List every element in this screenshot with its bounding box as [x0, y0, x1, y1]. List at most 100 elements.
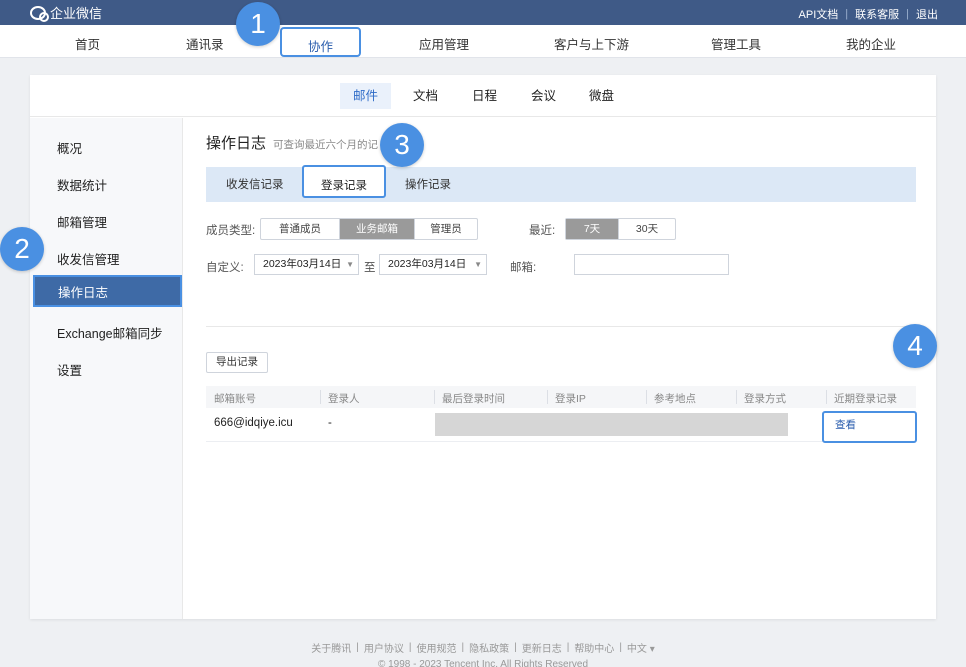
sidebar-item-settings[interactable]: 设置 — [57, 360, 82, 379]
tab-login-records[interactable]: 登录记录 — [302, 165, 386, 198]
member-type-normal[interactable]: 普通成员 — [261, 219, 340, 239]
mailbox-label: 邮箱: — [510, 262, 537, 274]
mailbox-input[interactable] — [574, 254, 729, 275]
redacted-block — [435, 413, 788, 436]
divider: | — [566, 642, 570, 653]
nav-contacts[interactable]: 通讯录 — [186, 34, 224, 53]
member-type-business[interactable]: 业务邮箱 — [340, 219, 415, 239]
sidebar-item-mail-flow[interactable]: 收发信管理 — [57, 249, 120, 268]
logo[interactable]: 企业微信 — [30, 3, 102, 22]
column-divider — [736, 390, 737, 404]
nav-collaboration[interactable]: 协作 — [280, 27, 362, 57]
step-badge-3: 3 — [380, 123, 424, 167]
section-divider — [206, 326, 916, 327]
sidebar-item-overview[interactable]: 概况 — [57, 138, 82, 157]
chevron-down-icon: ▼ — [474, 260, 482, 269]
th-recent-logins: 近期登录记录 — [834, 393, 897, 405]
subtab-calendar[interactable]: 日程 — [459, 83, 510, 109]
logout-link[interactable]: 退出 — [916, 6, 938, 22]
subtab-mail[interactable]: 邮件 — [340, 83, 392, 109]
th-login-ip: 登录IP — [555, 393, 586, 405]
column-divider — [434, 390, 435, 404]
footer-links: 关于腾讯 | 用户协议 | 使用规范 | 隐私政策 | 更新日志 | 帮助中心 | 中文 ▾ — [0, 640, 966, 655]
divider: | — [906, 8, 909, 20]
nav-app-management[interactable]: 应用管理 — [419, 34, 469, 53]
member-type-admin[interactable]: 管理员 — [415, 219, 477, 239]
cell-user: - — [328, 417, 332, 429]
column-divider — [320, 390, 321, 404]
subtab-drive[interactable]: 微盘 — [576, 83, 627, 109]
divider: | — [845, 8, 849, 20]
th-login-method: 登录方式 — [744, 393, 786, 405]
cell-account: 666@idqiye.icu — [214, 417, 293, 429]
footer-language-select[interactable]: 中文 ▾ — [627, 640, 655, 655]
sidebar-item-statistics[interactable]: 数据统计 — [57, 175, 107, 194]
footer-privacy[interactable]: 隐私政策 — [469, 640, 509, 655]
step-badge-1: 1 — [236, 2, 280, 46]
footer: 关于腾讯 | 用户协议 | 使用规范 | 隐私政策 | 更新日志 | 帮助中心 | 中文 ▾… — [0, 640, 966, 667]
column-divider — [646, 390, 647, 404]
recent-label: 最近: — [529, 225, 556, 237]
table-row: 666@idqiye.icu - 查看 — [206, 408, 917, 443]
th-account: 邮箱账号 — [214, 393, 256, 405]
main-nav: 首页 通讯录 协作 应用管理 客户与上下游 管理工具 我的企业 — [0, 25, 966, 58]
collab-subtabs: 邮件 文档 日程 会议 微盘 — [30, 75, 936, 117]
content-area: 操作日志 可查询最近六个月的记录 收发信记录 登录记录 操作记录 成员类型: 普… — [184, 118, 936, 619]
th-last-login: 最后登录时间 — [442, 393, 505, 405]
footer-about[interactable]: 关于腾讯 — [311, 640, 351, 655]
footer-help[interactable]: 帮助中心 — [574, 640, 614, 655]
top-links: API文档 | 联系客服 | 退出 — [799, 6, 938, 22]
export-button[interactable]: 导出记录 — [206, 352, 268, 373]
column-divider — [826, 390, 827, 404]
tab-operation-records[interactable]: 操作记录 — [405, 176, 451, 192]
copyright: © 1998 - 2023 Tencent Inc. All Rights Re… — [377, 659, 589, 667]
date-from-value: 2023年03月14日 — [263, 258, 342, 270]
recent-7-days[interactable]: 7天 — [566, 219, 619, 239]
step-badge-4: 4 — [893, 324, 937, 368]
sidebar: 概况 数据统计 邮箱管理 收发信管理 操作日志 Exchange邮箱同步 设置 — [30, 118, 183, 619]
top-bar: 企业微信 API文档 | 联系客服 | 退出 — [0, 0, 966, 25]
th-user: 登录人 — [328, 393, 360, 405]
page-title: 操作日志 — [206, 135, 267, 152]
subtab-meeting[interactable]: 会议 — [518, 83, 569, 109]
divider: | — [514, 642, 517, 653]
subtab-docs[interactable]: 文档 — [400, 83, 451, 109]
nav-my-enterprise[interactable]: 我的企业 — [846, 34, 896, 53]
date-to-value: 2023年03月14日 — [388, 258, 467, 270]
member-type-label: 成员类型: — [206, 225, 256, 237]
nav-home[interactable]: 首页 — [75, 34, 100, 53]
nav-management-tools[interactable]: 管理工具 — [711, 34, 761, 53]
divider: | — [408, 642, 412, 653]
chevron-down-icon: ▼ — [346, 260, 354, 269]
logo-text: 企业微信 — [50, 6, 103, 21]
footer-changelog[interactable]: 更新日志 — [522, 640, 562, 655]
th-location: 参考地点 — [654, 393, 696, 405]
to-label: 至 — [364, 262, 376, 274]
column-divider — [547, 390, 548, 404]
main-panel: 邮件 文档 日程 会议 微盘 概况 数据统计 邮箱管理 收发信管理 操作日志 E… — [30, 75, 936, 619]
custom-range-label: 自定义: — [206, 262, 244, 274]
page-hint: 可查询最近六个月的记录 — [273, 139, 378, 151]
footer-user-agreement[interactable]: 用户协议 — [364, 640, 404, 655]
wecom-logo-icon — [30, 5, 49, 22]
api-docs-link[interactable]: API文档 — [799, 6, 839, 22]
divider: | — [619, 642, 622, 653]
nav-customers[interactable]: 客户与上下游 — [554, 34, 629, 53]
divider: | — [356, 642, 359, 653]
sidebar-item-mailbox-management[interactable]: 邮箱管理 — [57, 212, 107, 231]
view-recent-logins-link[interactable]: 查看 — [822, 411, 917, 443]
member-type-selector: 普通成员 业务邮箱 管理员 — [260, 218, 478, 240]
recent-range-selector: 7天 30天 — [565, 218, 676, 240]
step-badge-2: 2 — [0, 227, 44, 271]
tab-mail-records[interactable]: 收发信记录 — [226, 176, 284, 192]
sidebar-item-operation-log[interactable]: 操作日志 — [33, 275, 182, 307]
sidebar-item-exchange-sync[interactable]: Exchange邮箱同步 — [57, 323, 163, 342]
table-header: 邮箱账号 登录人 最后登录时间 登录IP 参考地点 登录方式 近期登录记录 — [206, 386, 916, 408]
date-to-select[interactable]: 2023年03月14日 ▼ — [379, 254, 487, 275]
divider: | — [461, 642, 465, 653]
log-tabs: 收发信记录 登录记录 操作记录 — [206, 165, 916, 202]
contact-support-link[interactable]: 联系客服 — [855, 6, 899, 22]
footer-usage-rules[interactable]: 使用规范 — [416, 640, 456, 655]
date-from-select[interactable]: 2023年03月14日 ▼ — [254, 254, 359, 275]
recent-30-days[interactable]: 30天 — [619, 219, 675, 239]
